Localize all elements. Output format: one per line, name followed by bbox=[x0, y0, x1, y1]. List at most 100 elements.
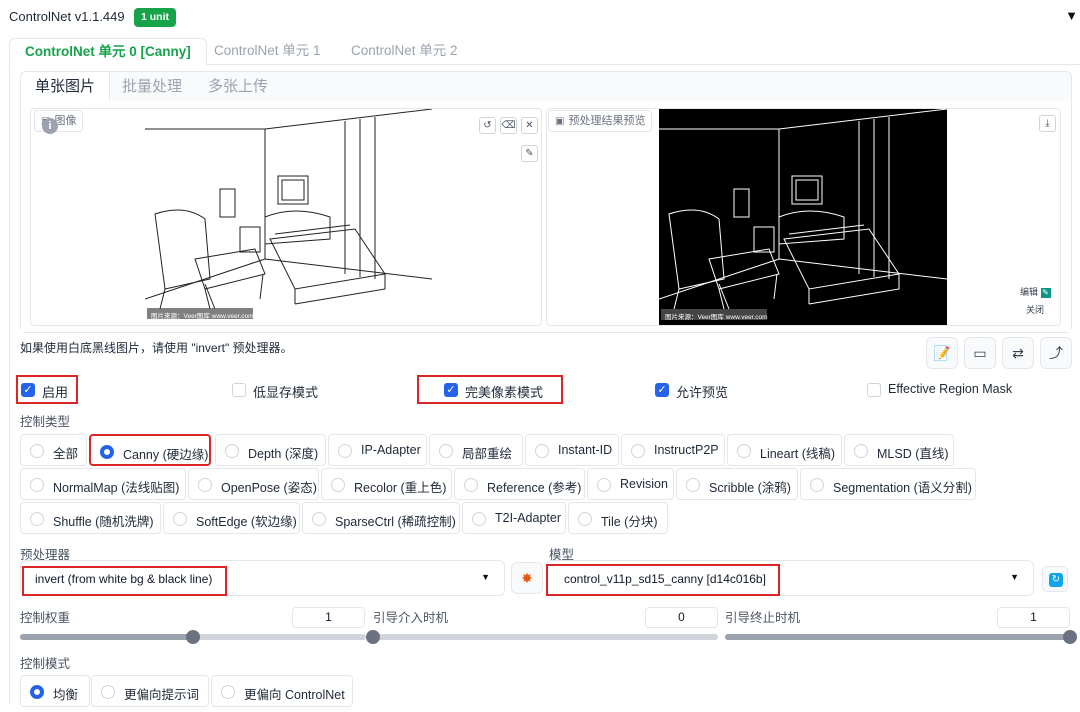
effective-region-mask-checkbox[interactable] bbox=[867, 383, 881, 397]
radio-indicator bbox=[597, 478, 611, 492]
enable-checkbox[interactable]: ✓ bbox=[21, 383, 35, 397]
radio-label: IP-Adapter bbox=[361, 443, 421, 457]
weight-slider-thumb[interactable] bbox=[186, 630, 200, 644]
radio-label: Canny (硬边缘) bbox=[123, 448, 209, 462]
control-type-reference[interactable]: Reference (参考) bbox=[454, 468, 585, 500]
control-type-openpose[interactable]: OpenPose (姿态) bbox=[188, 468, 319, 500]
control-type-segmentation[interactable]: Segmentation (语义分割) bbox=[800, 468, 976, 500]
low-vram-checkbox[interactable] bbox=[232, 383, 246, 397]
radio-indicator bbox=[338, 444, 352, 458]
weight-input[interactable]: 1 bbox=[292, 607, 365, 628]
control-type-softedge[interactable]: SoftEdge (软边缘) bbox=[163, 502, 300, 534]
control-type-mlsd[interactable]: MLSD (直线) bbox=[844, 434, 954, 466]
control-type-normalmap[interactable]: NormalMap (法线贴图) bbox=[20, 468, 186, 500]
control-type-lineart[interactable]: Lineart (线稿) bbox=[727, 434, 842, 466]
radio-indicator bbox=[535, 444, 549, 458]
radio-indicator bbox=[472, 512, 486, 526]
radio-indicator bbox=[100, 445, 114, 459]
control-type-instant-id[interactable]: Instant-ID bbox=[525, 434, 619, 466]
radio-indicator bbox=[221, 685, 235, 699]
control-type-tile[interactable]: Tile (分块) bbox=[568, 502, 668, 534]
control-type-t2i-adapter[interactable]: T2I-Adapter bbox=[462, 502, 566, 534]
radio-indicator bbox=[225, 444, 239, 458]
notepad-icon[interactable]: 📝 bbox=[926, 337, 958, 369]
control-mode-label: 控制模式 bbox=[20, 657, 71, 671]
allow-preview-checkbox[interactable]: ✓ bbox=[655, 383, 669, 397]
send-dimensions-icon[interactable]: ⤴ bbox=[1040, 337, 1072, 369]
undo-icon[interactable]: ↺ bbox=[479, 117, 496, 134]
radio-indicator bbox=[737, 444, 751, 458]
radio-label: 均衡 bbox=[53, 688, 79, 702]
radio-label: Revision bbox=[620, 477, 668, 491]
weight-slider[interactable] bbox=[20, 630, 366, 644]
collapse-icon[interactable]: ▼ bbox=[1065, 8, 1078, 23]
edit-button[interactable]: 编辑 ✎ bbox=[1020, 285, 1051, 298]
control-type-inpaint[interactable]: 局部重绘 bbox=[429, 434, 523, 466]
control-type-revision[interactable]: Revision bbox=[587, 468, 674, 500]
radio-label: 更偏向 ControlNet bbox=[244, 688, 345, 702]
radio-label: Recolor (重上色) bbox=[354, 481, 447, 495]
control-mode-controlnet[interactable]: 更偏向 ControlNet bbox=[211, 675, 353, 707]
refresh-models-button[interactable]: ↻ bbox=[1042, 566, 1068, 592]
control-type-canny[interactable]: Canny (硬边缘) bbox=[89, 434, 211, 466]
webcam-icon[interactable]: ▭ bbox=[964, 337, 996, 369]
radio-label: MLSD (直线) bbox=[877, 447, 949, 461]
radio-indicator bbox=[312, 512, 326, 526]
guidance-end-slider-thumb[interactable] bbox=[1063, 630, 1077, 644]
swap-icon[interactable]: ⇄ bbox=[1002, 337, 1034, 369]
enable-label: 启用 bbox=[42, 385, 69, 400]
radio-indicator bbox=[464, 478, 478, 492]
control-type-recolor[interactable]: Recolor (重上色) bbox=[321, 468, 452, 500]
brush-icon[interactable]: ✎ bbox=[521, 145, 538, 162]
tab-unit-2[interactable]: ControlNet 单元 2 bbox=[336, 38, 473, 65]
chevron-down-icon: ▼ bbox=[481, 572, 490, 582]
radio-indicator bbox=[631, 444, 645, 458]
input-image-lineart bbox=[145, 109, 432, 324]
control-type-shuffle[interactable]: Shuffle (随机洗牌) bbox=[20, 502, 161, 534]
control-type-depth[interactable]: Depth (深度) bbox=[215, 434, 326, 466]
download-icon[interactable]: ⤓ bbox=[1039, 115, 1056, 132]
preview-image-label-text: 预处理结果预览 bbox=[568, 115, 646, 127]
control-type-scribble[interactable]: Scribble (涂鸦) bbox=[676, 468, 798, 500]
tab-unit-0[interactable]: ControlNet 单元 0 [Canny] bbox=[9, 38, 207, 65]
eraser-icon[interactable]: ⌫ bbox=[500, 117, 517, 134]
guidance-end-slider[interactable] bbox=[725, 630, 1077, 644]
guidance-start-input[interactable]: 0 bbox=[645, 607, 718, 628]
edit-icon: ✎ bbox=[1040, 288, 1051, 298]
info-icon[interactable]: i bbox=[42, 118, 58, 134]
invert-hint: 如果使用白底黑线图片，请使用 "invert" 预处理器。 bbox=[20, 341, 293, 355]
close-preview-button[interactable]: 关闭 bbox=[1026, 303, 1044, 316]
radio-label: Reference (参考) bbox=[487, 481, 582, 495]
input-watermark: 图片来源：Veer图库 www.veer.com bbox=[151, 313, 254, 320]
pixel-perfect-checkbox[interactable]: ✓ bbox=[444, 383, 458, 397]
radio-label: NormalMap (法线贴图) bbox=[53, 481, 180, 495]
control-mode-prompt[interactable]: 更偏向提示词 bbox=[91, 675, 209, 707]
guidance-end-input[interactable]: 1 bbox=[997, 607, 1070, 628]
radio-indicator bbox=[439, 444, 453, 458]
radio-label: 全部 bbox=[53, 447, 79, 461]
tab-single-image[interactable]: 单张图片 bbox=[21, 72, 111, 101]
guidance-start-slider-thumb[interactable] bbox=[366, 630, 380, 644]
tab-unit-1[interactable]: ControlNet 单元 1 bbox=[199, 38, 336, 65]
radio-label: T2I-Adapter bbox=[495, 511, 562, 525]
refresh-icon: ↻ bbox=[1049, 573, 1063, 587]
input-image-label: ▣图像 bbox=[34, 110, 84, 132]
radio-indicator bbox=[854, 444, 868, 458]
tab-multi-upload[interactable]: 多张上传 bbox=[194, 72, 282, 101]
control-type-instructp2p[interactable]: InstructP2P bbox=[621, 434, 725, 466]
guidance-start-label: 引导介入时机 bbox=[373, 611, 449, 625]
guidance-start-slider[interactable] bbox=[366, 630, 718, 644]
control-mode-balanced[interactable]: 均衡 bbox=[20, 675, 90, 707]
weight-slider-fill bbox=[20, 634, 193, 640]
control-type-ip-adapter[interactable]: IP-Adapter bbox=[328, 434, 427, 466]
tab-batch[interactable]: 批量处理 bbox=[108, 72, 196, 101]
guidance-end-label: 引导终止时机 bbox=[725, 611, 801, 625]
radio-indicator bbox=[198, 478, 212, 492]
close-icon[interactable]: ✕ bbox=[521, 117, 538, 134]
control-type-all[interactable]: 全部 bbox=[20, 434, 87, 466]
radio-indicator bbox=[30, 685, 44, 699]
radio-label: Tile (分块) bbox=[601, 515, 658, 529]
radio-indicator bbox=[30, 478, 44, 492]
run-preprocessor-icon[interactable]: ✸ bbox=[511, 562, 543, 594]
control-type-sparsectrl[interactable]: SparseCtrl (稀疏控制) bbox=[302, 502, 460, 534]
